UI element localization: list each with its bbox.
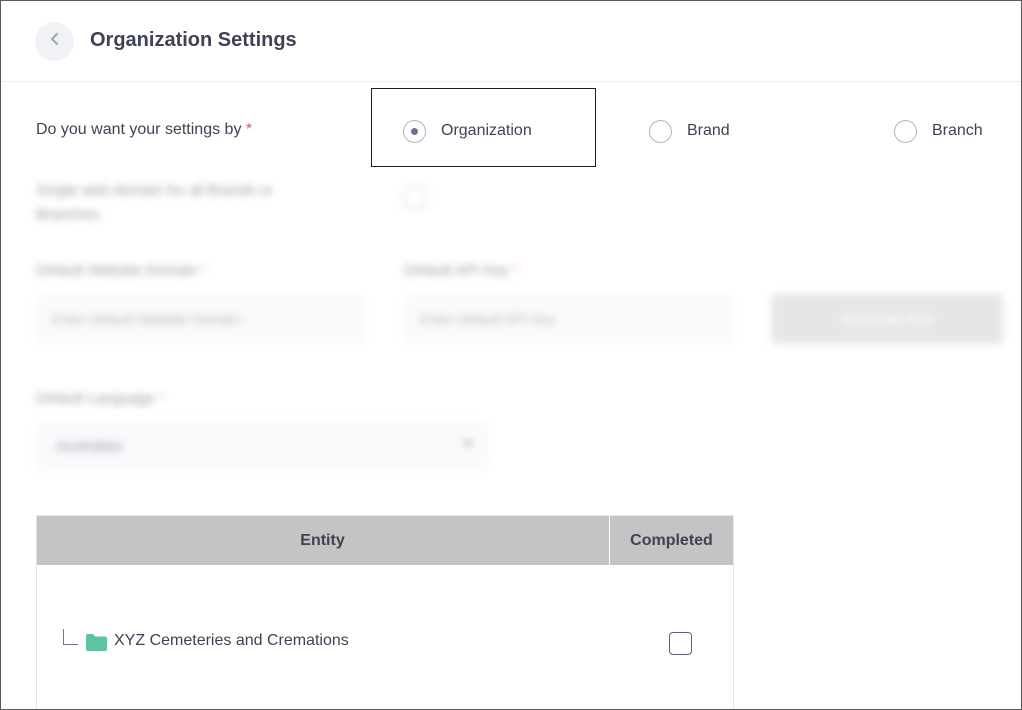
entity-table: Entity Completed XYZ Cemeteries and Crem… (36, 515, 734, 709)
required-mark: * (513, 262, 520, 279)
entity-name: XYZ Cemeteries and Cremations (114, 632, 349, 649)
radio-brand[interactable]: Brand (649, 113, 730, 149)
table-header: Entity Completed (37, 516, 733, 565)
api-key-input[interactable] (404, 294, 734, 344)
website-domain-input[interactable] (36, 294, 366, 344)
language-select-value: Australian (56, 437, 123, 455)
radio-branch[interactable]: Branch (894, 113, 983, 149)
radio-label-branch: Branch (932, 122, 983, 139)
page-header: Organization Settings (1, 1, 1021, 82)
single-domain-checkbox[interactable] (404, 186, 426, 208)
column-header-entity[interactable]: Entity (37, 516, 608, 565)
language-select[interactable]: Australian (36, 421, 489, 471)
generate-key-button[interactable]: Generate Key (771, 294, 1003, 344)
completed-checkbox[interactable] (669, 632, 692, 655)
settings-by-label: Do you want your settings by * (36, 121, 252, 139)
radio-button[interactable] (894, 119, 917, 143)
radio-label-brand: Brand (687, 122, 730, 139)
website-domain-label: Default Website Domain * (36, 259, 207, 283)
folder-icon (86, 634, 107, 651)
radio-button-checked[interactable] (403, 119, 426, 143)
website-domain-label-text: Default Website Domain (36, 262, 198, 279)
api-key-label-text: Default API Key (404, 262, 510, 279)
radio-label-organization: Organization (441, 122, 532, 139)
language-label-text: Default Language (36, 390, 155, 407)
settings-page: Organization Settings Do you want your s… (0, 0, 1022, 710)
radio-button[interactable] (649, 119, 672, 143)
single-domain-label: Single web domain for all Brands or Bran… (36, 182, 273, 223)
column-header-completed[interactable]: Completed (609, 516, 733, 565)
page-title: Organization Settings (90, 29, 297, 51)
api-key-label: Default API Key * (404, 259, 519, 283)
caret-down-icon (463, 441, 473, 447)
required-mark: * (201, 262, 208, 279)
back-button[interactable] (35, 22, 74, 61)
tree-connector (63, 629, 78, 645)
table-row[interactable]: XYZ Cemeteries and Cremations (37, 621, 733, 665)
radio-organization[interactable]: Organization (403, 113, 532, 149)
required-mark: * (245, 121, 253, 138)
required-mark: * (158, 390, 165, 407)
settings-by-text: Do you want your settings by (36, 121, 242, 138)
language-label: Default Language * (36, 387, 164, 411)
chevron-left-icon (48, 32, 62, 51)
